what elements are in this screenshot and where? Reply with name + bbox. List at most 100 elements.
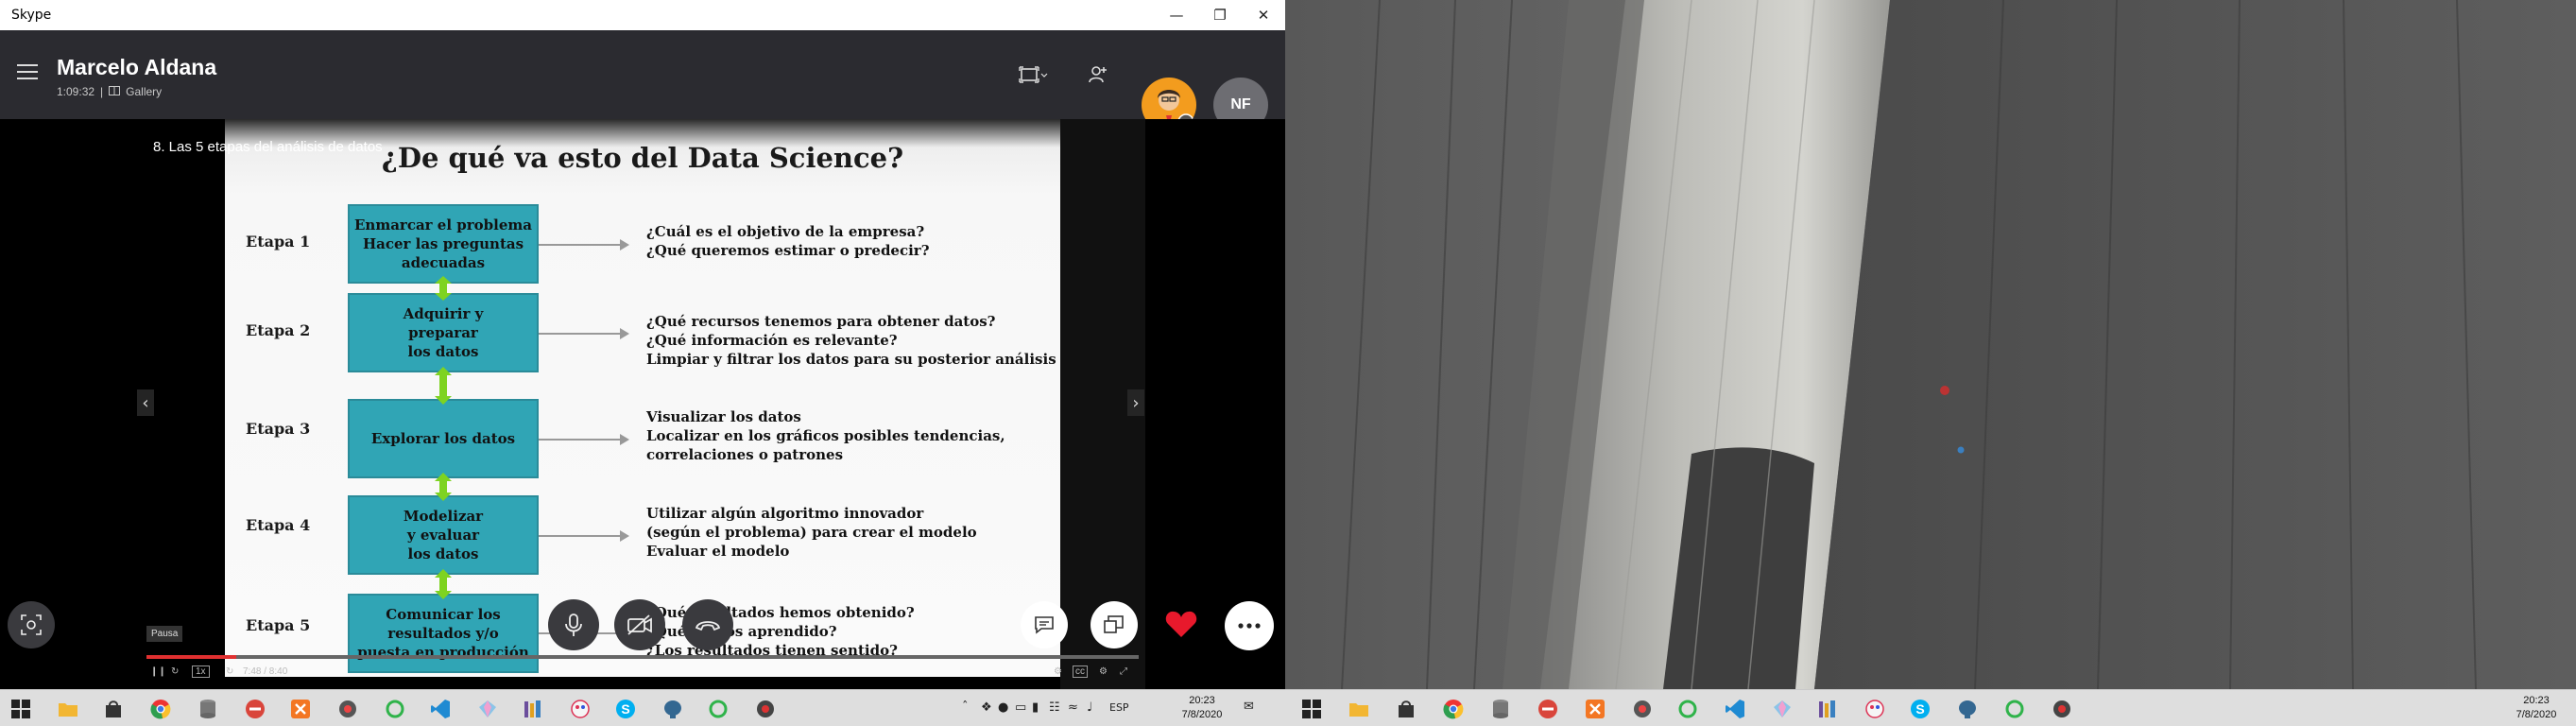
player-controls: ❙❙ ↻ 1x ↻ 7:48 / 8:40 ⚙ cc ⚙ ⤢ — [146, 666, 1139, 681]
screenshot-icon[interactable] — [8, 601, 55, 648]
question-line: ¿Qué queremos estimar o predecir? — [646, 242, 930, 259]
captions-icon[interactable]: cc — [1073, 666, 1088, 678]
minimize-button[interactable]: — — [1155, 0, 1198, 30]
settings-icon[interactable]: ⚙ — [1054, 666, 1062, 677]
restore-button[interactable]: ❐ — [1198, 0, 1242, 30]
connector-arrow-icon — [435, 473, 452, 501]
xampp-icon[interactable] — [289, 698, 312, 720]
question-line: Utilizar algún algoritmo innovador — [646, 505, 924, 522]
clock-date: 7/8/2020 — [1181, 709, 1223, 720]
skype-window: Skype — ❐ ✕ Marcelo Aldana 1:09:32 | Gal… — [0, 0, 1285, 689]
next-arrow-icon[interactable]: › — [1127, 389, 1144, 416]
clock[interactable]: 20:23 7/8/2020 — [2510, 694, 2563, 722]
language-indicator[interactable]: ESP — [1109, 701, 1129, 714]
add-participant-icon[interactable] — [1082, 59, 1114, 91]
shared-slide: ¿De qué va esto del Data Science? Etapa … — [225, 119, 1060, 677]
previous-arrow-icon[interactable]: ‹ — [137, 389, 154, 416]
chrome-icon[interactable] — [149, 698, 172, 720]
switch-view-icon[interactable] — [1017, 59, 1049, 91]
forward-icon[interactable]: ↻ — [226, 666, 233, 677]
speed-button[interactable]: 1x — [192, 666, 210, 678]
vscode-icon[interactable] — [429, 698, 452, 720]
heart-icon[interactable] — [1160, 603, 1202, 645]
view-mode-label[interactable]: Gallery — [126, 85, 162, 98]
windows-start-icon[interactable] — [9, 698, 32, 720]
postgres-icon[interactable] — [661, 698, 684, 720]
green-ring-app-icon[interactable] — [2003, 698, 2026, 720]
title-bar: Skype — ❐ ✕ — [0, 0, 1285, 30]
fullscreen-icon[interactable]: ⤢ — [1120, 666, 1127, 677]
dropbox-icon[interactable]: ❖ — [981, 700, 992, 715]
green-circle-app-icon[interactable] — [384, 698, 406, 720]
paint-icon[interactable] — [569, 698, 592, 720]
wifi-icon[interactable]: ≈ — [1068, 700, 1078, 715]
svg-text:S: S — [1915, 701, 1924, 717]
share-screen-icon[interactable] — [1091, 601, 1138, 648]
app-red-icon[interactable] — [244, 698, 266, 720]
gear-app-icon[interactable] — [1631, 698, 1654, 720]
chat-icon[interactable] — [1021, 601, 1068, 648]
paint-icon[interactable] — [1863, 698, 1886, 720]
store-icon[interactable] — [1395, 698, 1417, 720]
notifications-icon[interactable]: ✉ — [1244, 700, 1254, 714]
window-title: Skype — [11, 8, 52, 23]
stage-box: Enmarcar el problema Hacer las preguntas… — [348, 204, 539, 284]
cliff-photo — [1285, 0, 2576, 689]
stage-arrow — [539, 239, 629, 251]
hang-up-icon[interactable] — [682, 599, 733, 650]
battery-icon[interactable]: ▮ — [1032, 700, 1039, 715]
file-explorer-icon[interactable] — [1348, 698, 1370, 720]
replay-icon[interactable]: ↻ — [171, 666, 179, 677]
green-circle-app-icon[interactable] — [1676, 698, 1699, 720]
more-options-icon[interactable] — [1225, 601, 1274, 650]
question-line: correlaciones o patrones — [646, 446, 844, 463]
app-red-icon[interactable] — [1537, 698, 1559, 720]
gear-app-icon[interactable] — [336, 698, 359, 720]
stage-label: Etapa 3 — [246, 420, 311, 438]
connector-arrow-icon — [435, 367, 452, 405]
database-icon[interactable] — [1489, 698, 1512, 720]
stage-label: Etapa 1 — [246, 233, 311, 251]
mic-tray-icon[interactable]: ● — [998, 700, 1008, 715]
question-line: ¿Cuál es el objetivo de la empresa? — [646, 223, 925, 240]
green-ring-app-icon[interactable] — [707, 698, 730, 720]
stage-box: Adquirir y preparar los datos — [348, 293, 539, 372]
menu-icon[interactable] — [17, 64, 38, 79]
store-icon[interactable] — [102, 698, 125, 720]
sketch-app-icon[interactable] — [1771, 698, 1794, 720]
video-progress-fill — [146, 655, 236, 659]
network-icon[interactable]: ☷ — [1049, 700, 1060, 715]
xampp-icon[interactable] — [1584, 698, 1606, 720]
windows-start-icon[interactable] — [1300, 698, 1323, 720]
gear-red-app-icon[interactable] — [2051, 698, 2073, 720]
svg-text:S: S — [621, 701, 629, 717]
pause-icon[interactable]: ❙❙ — [150, 666, 166, 677]
chrome-icon[interactable] — [1442, 698, 1465, 720]
clock[interactable]: 20:23 7/8/2020 — [1176, 694, 1228, 722]
microphone-icon[interactable] — [548, 599, 599, 650]
library-icon[interactable] — [522, 698, 544, 720]
sketch-app-icon[interactable] — [476, 698, 499, 720]
drive-icon[interactable]: ▭ — [1015, 700, 1026, 715]
gallery-icon[interactable] — [109, 85, 121, 98]
tray-expand-icon[interactable]: ˆ — [962, 700, 969, 715]
call-status: 1:09:32 | Gallery — [57, 85, 162, 98]
quality-icon[interactable]: ⚙ — [1099, 666, 1108, 677]
file-explorer-icon[interactable] — [57, 698, 79, 720]
postgres-icon[interactable] — [1956, 698, 1979, 720]
close-button[interactable]: ✕ — [1242, 0, 1285, 30]
question-line: Limpiar y filtrar los datos para su post… — [646, 351, 1056, 368]
volume-icon[interactable]: ♩ — [1087, 700, 1092, 715]
vscode-icon[interactable] — [1724, 698, 1746, 720]
call-duration: 1:09:32 — [57, 85, 95, 98]
skype-taskbar-icon[interactable]: S — [614, 698, 637, 720]
video-off-icon[interactable] — [614, 599, 665, 650]
library-icon[interactable] — [1816, 698, 1839, 720]
gear-red-app-icon[interactable] — [754, 698, 777, 720]
status-separator: | — [100, 85, 104, 98]
stage-questions: ¿Cuál es el objetivo de la empresa? ¿Qué… — [646, 222, 930, 260]
database-icon[interactable] — [197, 698, 219, 720]
connector-arrow-icon — [435, 569, 452, 599]
video-progress-bar[interactable] — [146, 655, 1139, 659]
skype-taskbar-icon[interactable]: S — [1909, 698, 1932, 720]
